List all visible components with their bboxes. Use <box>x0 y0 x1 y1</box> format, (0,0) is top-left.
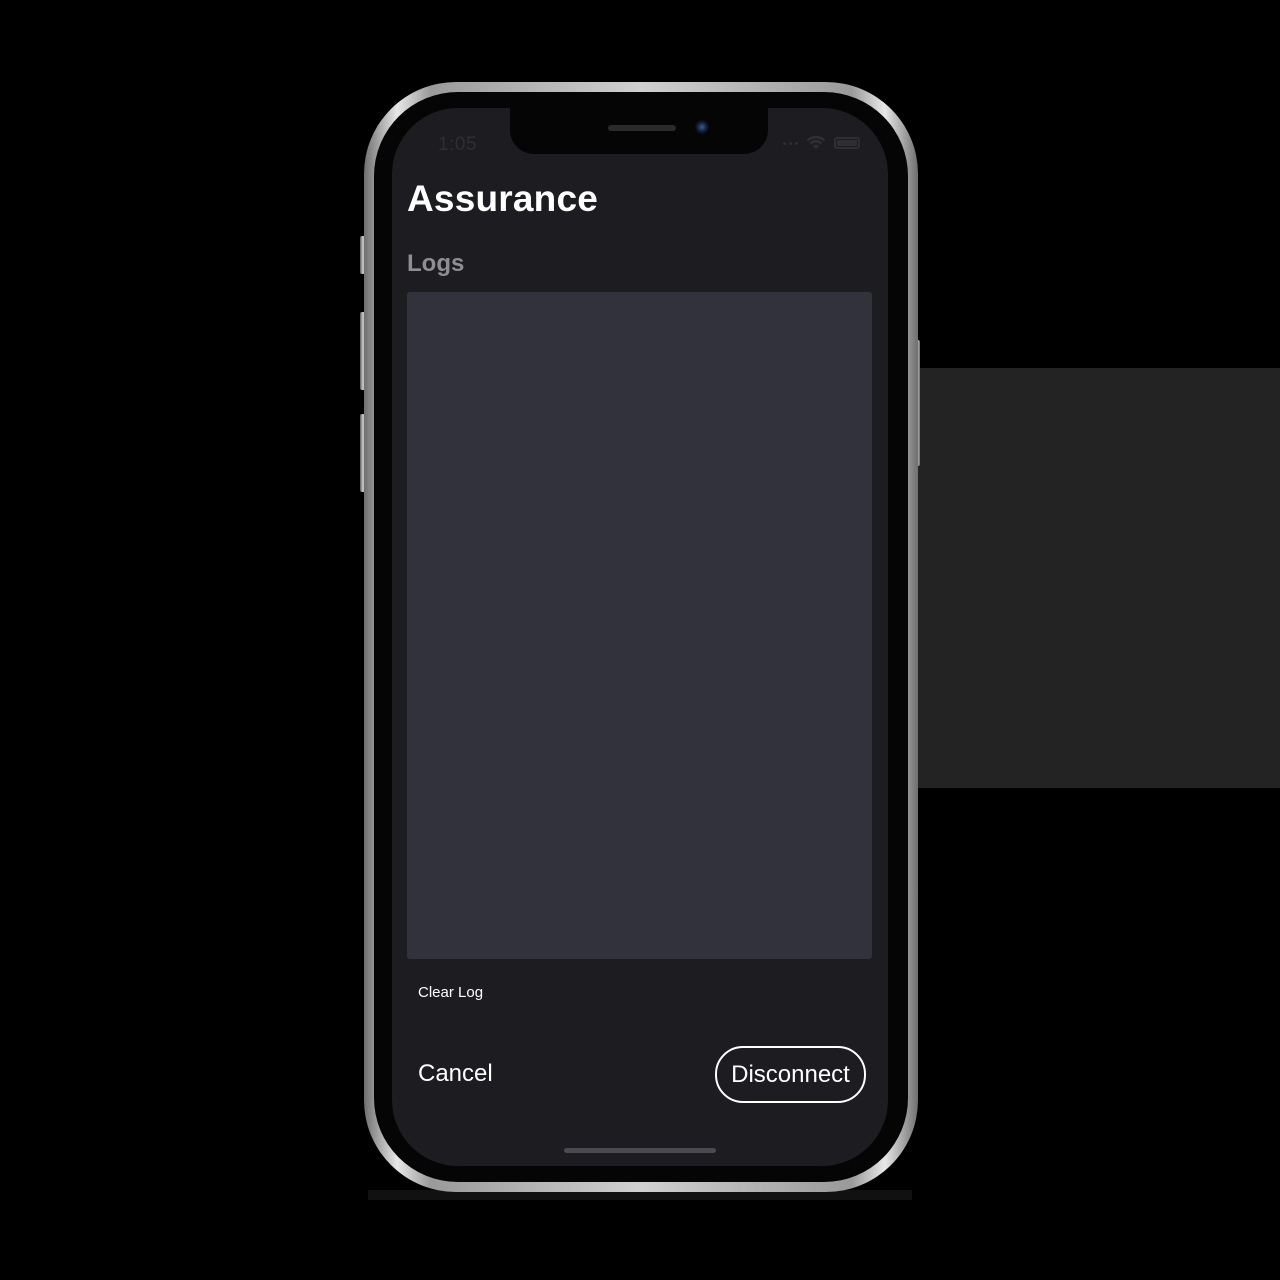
front-camera <box>695 120 709 134</box>
stage: 1:05 Assurance Logs Clear Log Cancel Dis… <box>0 0 1280 1280</box>
status-time: 1:05 <box>438 134 477 155</box>
status-icons <box>783 136 860 150</box>
earpiece-speaker <box>608 125 676 131</box>
page-title: Assurance <box>407 178 599 219</box>
signal-icon <box>783 141 798 145</box>
logs-label: Logs <box>407 250 465 277</box>
cancel-button[interactable]: Cancel <box>418 1060 493 1088</box>
notch <box>510 108 768 154</box>
wifi-icon <box>806 136 826 149</box>
phone-screen: 1:05 Assurance Logs Clear Log Cancel Dis… <box>392 108 888 1166</box>
background-shadow <box>910 368 1280 788</box>
log-area[interactable] <box>407 292 872 959</box>
battery-icon <box>834 137 860 149</box>
disconnect-button[interactable]: Disconnect <box>715 1046 866 1103</box>
clear-log-button[interactable]: Clear Log <box>418 984 483 1001</box>
home-indicator[interactable] <box>564 1148 716 1153</box>
